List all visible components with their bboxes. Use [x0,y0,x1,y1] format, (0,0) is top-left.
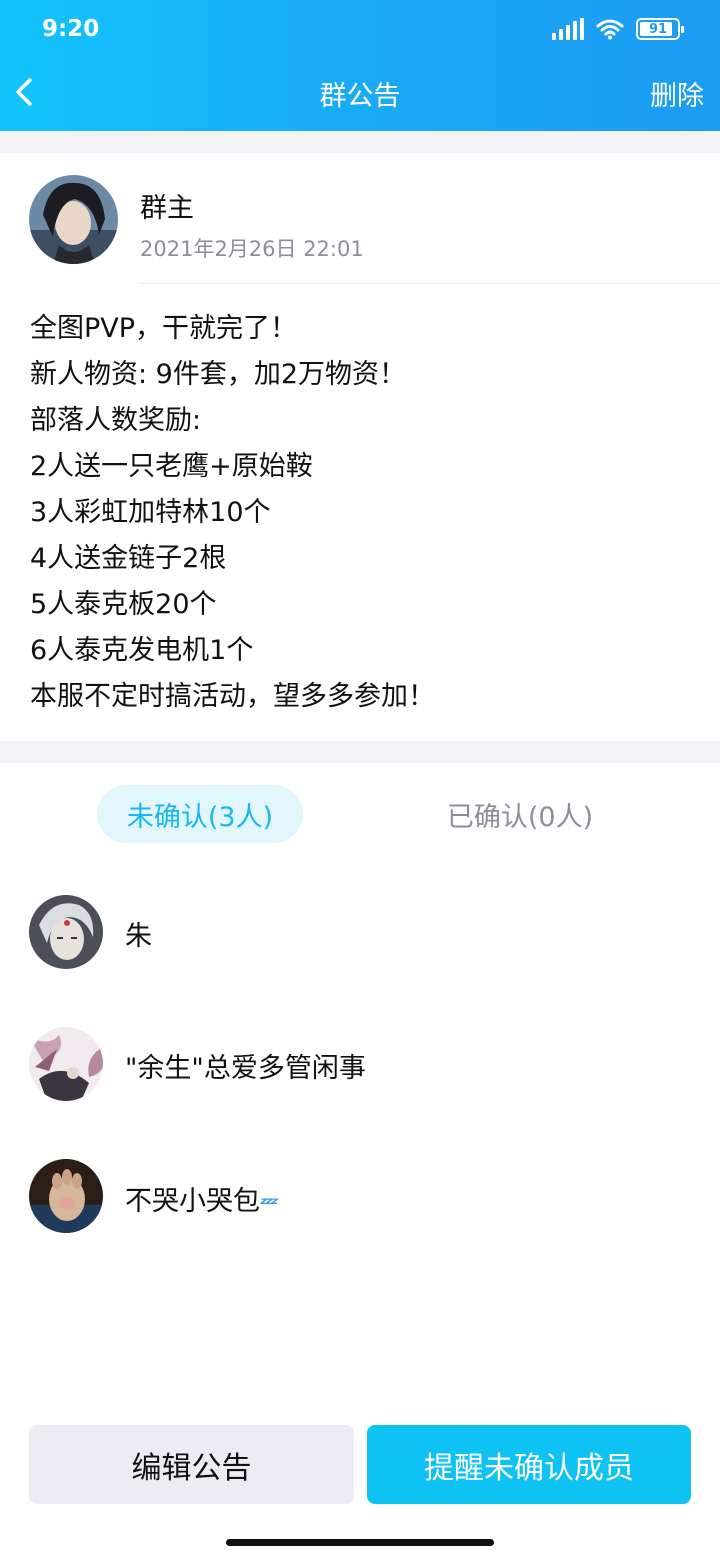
sleeping-zzz-icon: ᶻᶻᶻ [260,1194,278,1215]
section-divider [0,131,720,153]
status-icons: 91 [552,18,684,40]
announcement-line: 4人送金链子2根 [30,543,227,574]
announcement-line: 5人泰克板20个 [30,589,217,620]
page-title: 群公告 [319,81,401,112]
announcement-body: 全图PVP，干就完了！ 新人物资: 9件套，加2万物资！ 部落人数奖励: 2人送… [30,306,700,720]
announcement-line: 新人物资: 9件套，加2万物资！ [30,359,407,390]
section-divider [0,741,720,763]
announcement-line: 3人彩虹加特林10个 [30,497,271,528]
battery-icon: 91 [636,18,684,40]
post-date: 2021年2月26日 22:01 [140,237,364,261]
edit-announcement-button[interactable]: 编辑公告 [29,1425,354,1504]
announcement-line: 本服不定时搞活动，望多多参加！ [30,681,435,712]
delete-button[interactable]: 删除 [650,74,704,113]
status-time: 9:20 [42,16,100,42]
announcement-line: 6人泰克发电机1个 [30,635,254,666]
announcement-line: 2人送一只老鹰+原始鞍 [30,451,313,482]
tab-unconfirmed[interactable]: 未确认(3人) [97,785,303,843]
remind-unconfirmed-button[interactable]: 提醒未确认成员 [367,1425,691,1504]
member-name-row: 不哭小哭包ᶻᶻᶻ [125,1179,278,1218]
member-avatar[interactable] [29,895,103,969]
battery-level-text: 91 [648,21,668,37]
header: 9:20 91 群公告 删除 [0,0,720,131]
wifi-icon [596,19,624,40]
member-name: "余生"总爱多管闲事 [125,1053,366,1084]
member-avatar[interactable] [29,1027,103,1101]
member-name: 不哭小哭包 [125,1186,260,1217]
tab-confirmed[interactable]: 已确认(0人) [420,785,620,843]
member-avatar[interactable] [29,1159,103,1233]
author-name: 群主 [140,193,194,224]
divider [140,283,720,284]
home-indicator[interactable] [226,1539,494,1546]
member-name: 朱 [125,921,152,952]
author-avatar[interactable] [29,175,118,264]
signal-icon [552,18,584,40]
announcement-line: 部落人数奖励: [30,405,202,436]
announcement-line: 全图PVP，干就完了！ [30,313,298,344]
